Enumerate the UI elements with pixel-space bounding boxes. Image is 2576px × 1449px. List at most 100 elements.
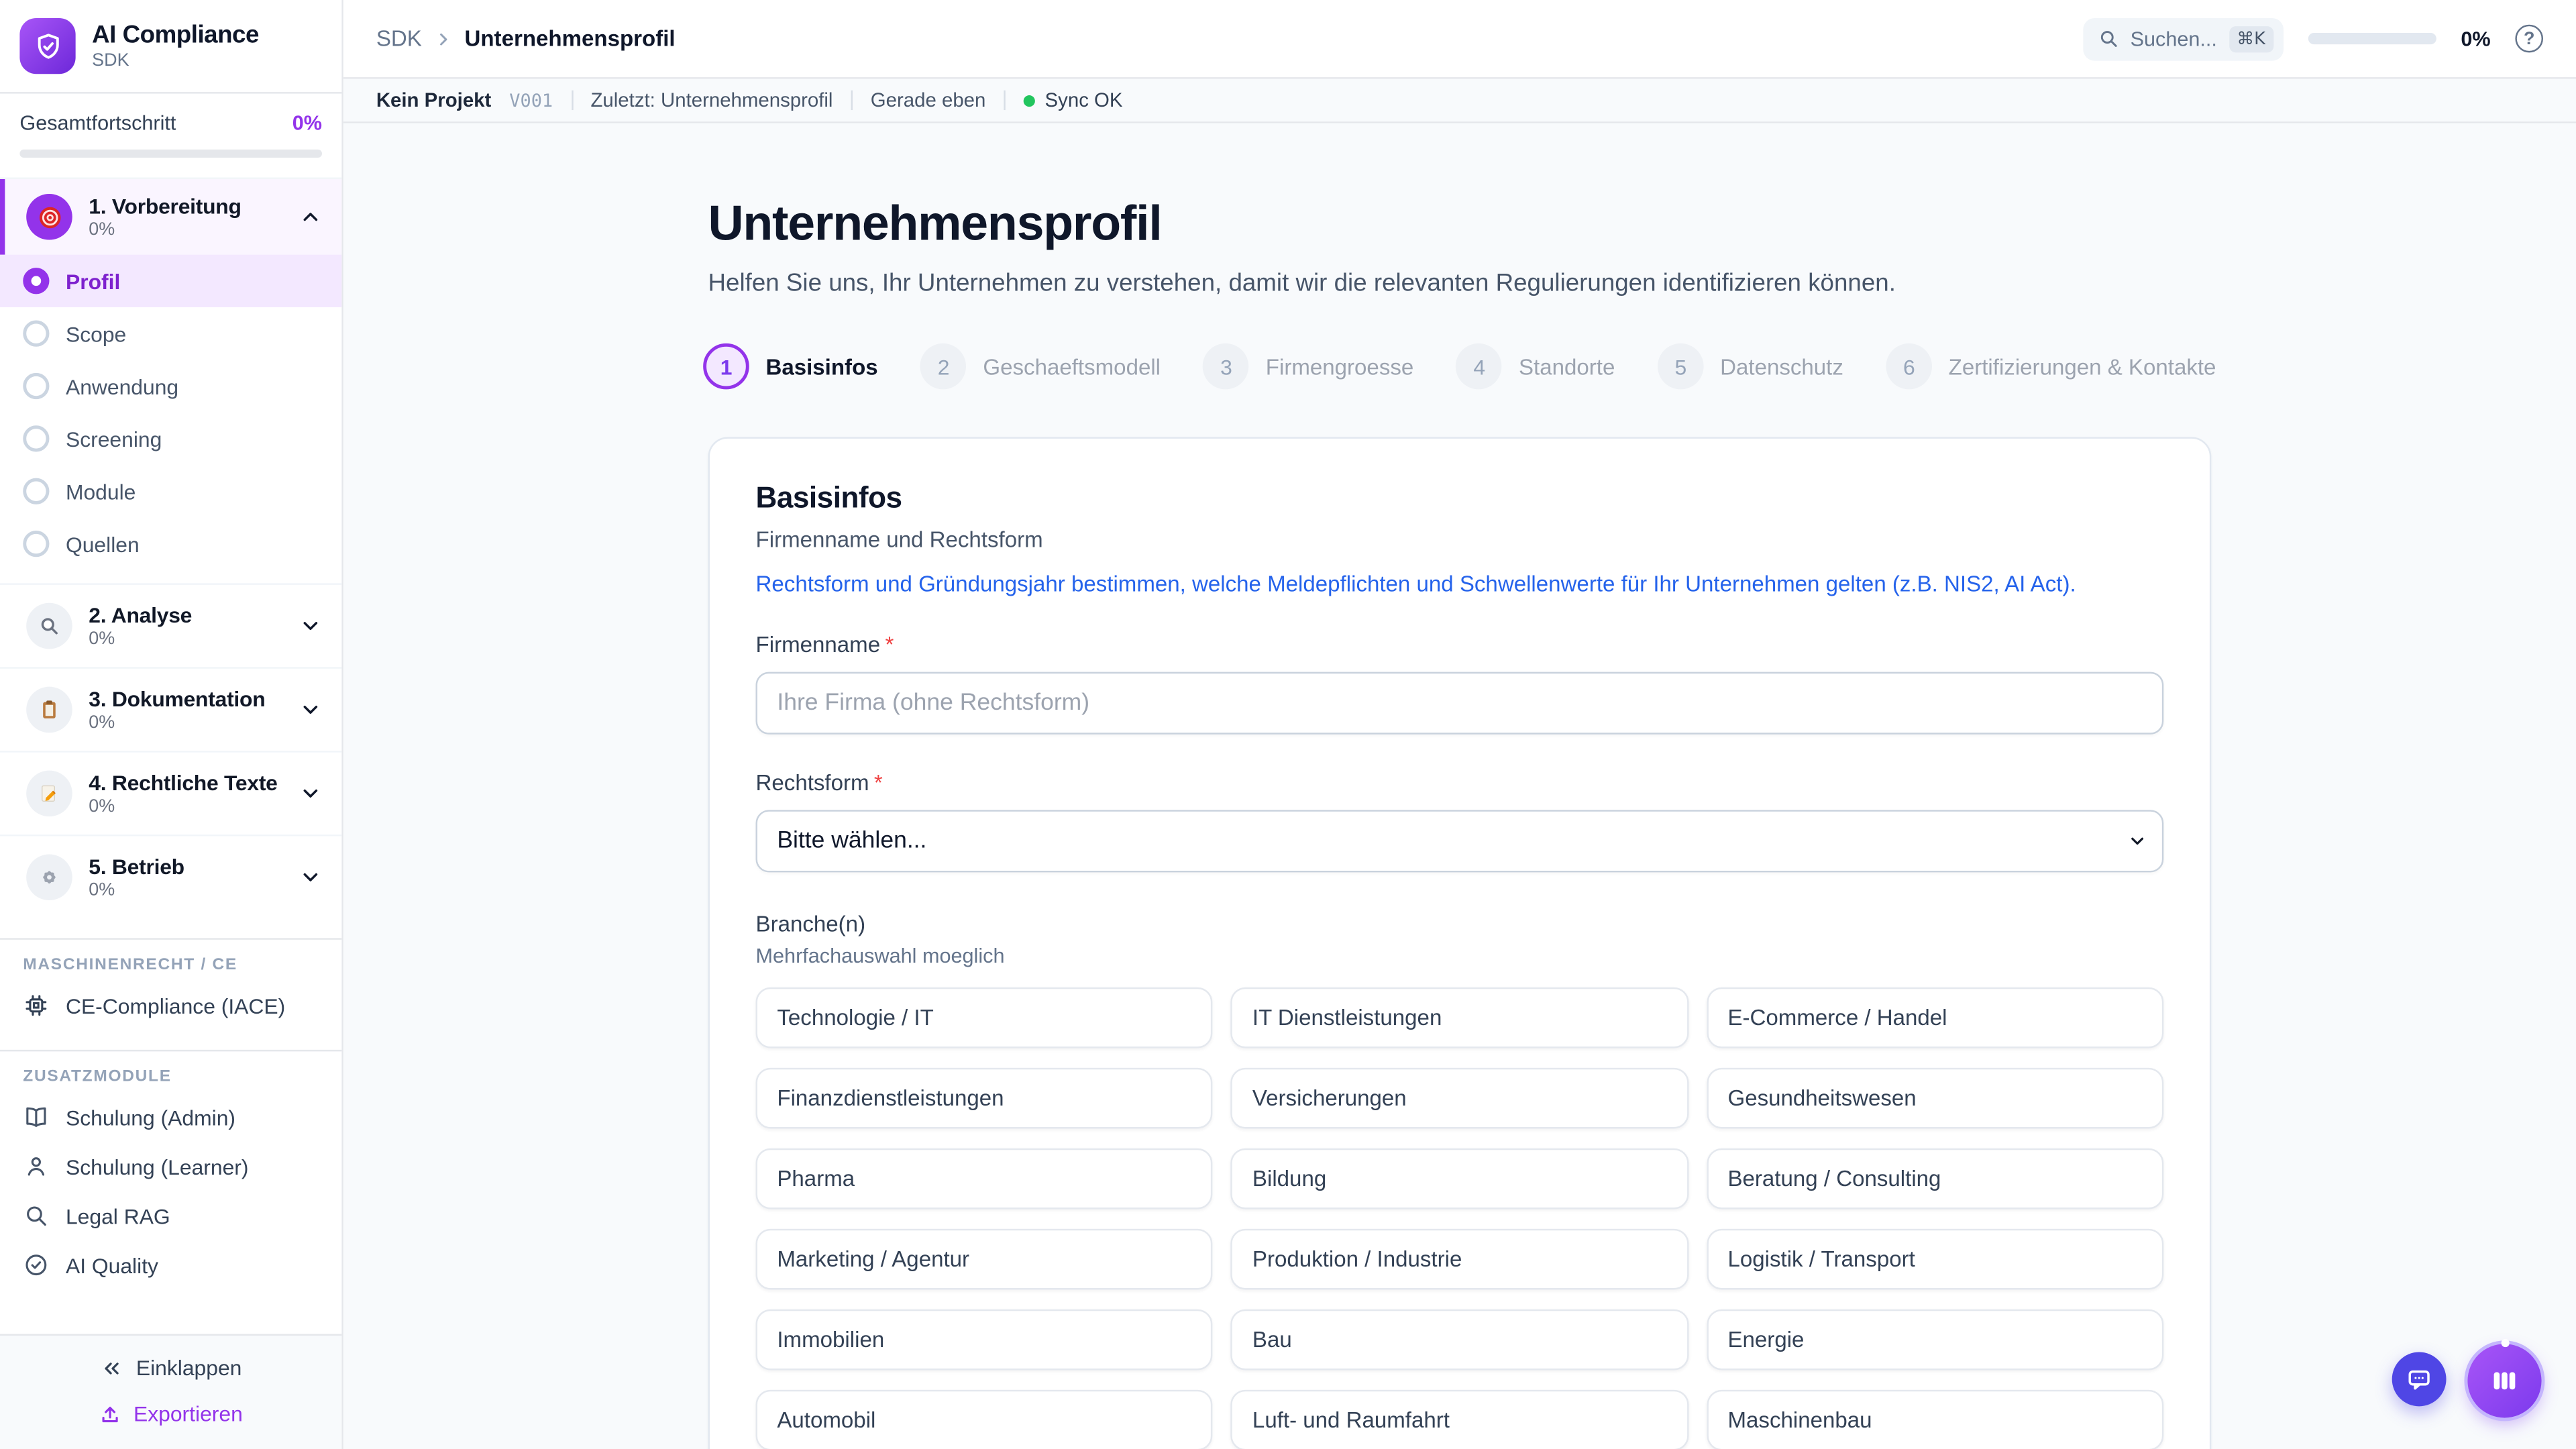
industry-button-produktion-industrie[interactable]: Produktion / Industrie xyxy=(1231,1229,1688,1290)
topbar: SDK Unternehmensprofil Suchen... ⌘K 0% ? xyxy=(343,0,2576,79)
industry-button-energie[interactable]: Energie xyxy=(1707,1309,2164,1371)
sidebar: AI Compliance SDK Gesamtfortschritt 0% 1… xyxy=(0,0,343,1449)
overall-progress: Gesamtfortschritt 0% xyxy=(0,94,341,179)
industry-button-technologie-it[interactable]: Technologie / IT xyxy=(756,987,1214,1049)
sidebar-item-scope[interactable]: Scope xyxy=(0,307,341,360)
last-page-status: Zuletzt: Unternehmensprofil xyxy=(590,89,833,111)
industry-button-ecommerce-handel[interactable]: E-Commerce / Handel xyxy=(1707,987,2164,1049)
sidebar-item-ce-compliance[interactable]: CE-Compliance (IACE) xyxy=(0,981,341,1030)
statusbar: Kein Projekt V001 Zuletzt: Unternehmensp… xyxy=(343,79,2576,123)
industry-button-luft-raumfahrt[interactable]: Luft- und Raumfahrt xyxy=(1231,1390,1688,1449)
search-label: Suchen... xyxy=(2131,27,2217,50)
section-title: 1. Vorbereitung xyxy=(89,194,282,219)
industry-button-automobil[interactable]: Automobil xyxy=(756,1390,1214,1449)
app-window: AI Compliance SDK Gesamtfortschritt 0% 1… xyxy=(0,0,2576,1449)
chat-fab-button[interactable] xyxy=(2392,1352,2447,1407)
industry-button-immobilien[interactable]: Immobilien xyxy=(756,1309,1214,1371)
page-subtitle: Helfen Sie uns, Ihr Unternehmen zu verst… xyxy=(708,270,2212,298)
industry-button-beratung-consulting[interactable]: Beratung / Consulting xyxy=(1707,1148,2164,1210)
memo-pencil-icon xyxy=(26,771,72,817)
rechtsform-label: Rechtsform* xyxy=(756,771,2164,796)
branchen-hint: Mehrfachauswahl moeglich xyxy=(756,945,2164,967)
radio-icon xyxy=(23,425,49,451)
active-section-bar xyxy=(0,179,5,255)
stepper: 1 Basisinfos 2 Geschaeftsmodell 3 Firmen… xyxy=(708,343,2212,390)
collapse-sidebar-button[interactable]: Einklappen xyxy=(100,1355,241,1380)
sidebar-section-vorbereitung[interactable]: 1. Vorbereitung 0% xyxy=(0,179,341,255)
overall-progress-value: 0% xyxy=(292,112,322,135)
sync-ok-dot-icon xyxy=(1024,95,1035,106)
board-fab-button[interactable] xyxy=(2467,1344,2541,1417)
industry-button-gesundheitswesen[interactable]: Gesundheitswesen xyxy=(1707,1068,2164,1129)
sidebar-item-label: Anwendung xyxy=(66,374,178,398)
project-status: Kein Projekt xyxy=(376,89,492,111)
required-asterisk: * xyxy=(874,771,883,796)
sidebar-item-quellen[interactable]: Quellen xyxy=(0,517,341,570)
industry-button-marketing-agentur[interactable]: Marketing / Agentur xyxy=(756,1229,1214,1290)
divider xyxy=(851,91,852,110)
cpu-chip-icon xyxy=(23,992,49,1018)
chevron-right-icon xyxy=(433,29,453,48)
breadcrumb-root[interactable]: SDK xyxy=(376,26,422,51)
sidebar-item-label: Schulung (Learner) xyxy=(66,1154,249,1179)
columns-board-icon xyxy=(2487,1364,2522,1398)
sidebar-item-screening[interactable]: Screening xyxy=(0,413,341,465)
sidebar-section-rechtliche-texte[interactable]: 4. Rechtliche Texte 0% xyxy=(0,751,341,835)
card-title: Basisinfos xyxy=(756,482,2164,516)
help-icon[interactable]: ? xyxy=(2515,25,2543,53)
step-label: Datenschutz xyxy=(1720,354,1843,379)
industry-button-bildung[interactable]: Bildung xyxy=(1231,1148,1688,1210)
divider xyxy=(1004,91,1005,110)
sidebar-section-analyse[interactable]: 2. Analyse 0% xyxy=(0,583,341,667)
section-title: 3. Dokumentation xyxy=(89,687,282,712)
section-title: 5. Betrieb xyxy=(89,854,282,879)
chevron-down-icon xyxy=(299,866,322,889)
upload-icon xyxy=(99,1402,122,1425)
sidebar-section-dokumentation[interactable]: 3. Dokumentation 0% xyxy=(0,667,341,751)
sidebar-item-schulung-admin[interactable]: Schulung (Admin) xyxy=(0,1093,341,1142)
industry-button-logistik-transport[interactable]: Logistik / Transport xyxy=(1707,1229,2164,1290)
sidebar-item-ai-quality[interactable]: AI Quality xyxy=(0,1240,341,1289)
sidebar-item-anwendung[interactable]: Anwendung xyxy=(0,360,341,412)
sidebar-item-label: Schulung (Admin) xyxy=(66,1105,235,1130)
group-header-maschinenrecht: MASCHINENRECHT / CE xyxy=(0,940,341,981)
firmenname-input[interactable] xyxy=(756,672,2164,735)
sidebar-item-legal-rag[interactable]: Legal RAG xyxy=(0,1191,341,1240)
topbar-progress-bar xyxy=(2308,33,2436,44)
industry-button-finanzdienstleistungen[interactable]: Finanzdienstleistungen xyxy=(756,1068,1214,1129)
step-basisinfos[interactable]: 1 Basisinfos xyxy=(703,343,877,390)
overall-progress-bar xyxy=(19,150,322,158)
sidebar-section-betrieb[interactable]: 5. Betrieb 0% xyxy=(0,835,341,918)
step-zertifizierungen[interactable]: 6 Zertifizierungen & Kontakte xyxy=(1886,343,2216,390)
section-percent: 0% xyxy=(89,220,282,239)
sidebar-item-schulung-learner[interactable]: Schulung (Learner) xyxy=(0,1142,341,1191)
firmenname-label: Firmenname* xyxy=(756,633,2164,657)
step-datenschutz[interactable]: 5 Datenschutz xyxy=(1658,343,1843,390)
chevron-down-icon xyxy=(299,698,322,721)
overall-progress-label: Gesamtfortschritt xyxy=(19,112,176,135)
step-geschaeftsmodell[interactable]: 2 Geschaeftsmodell xyxy=(920,343,1161,390)
card-info-text: Rechtsform und Gründungsjahr bestimmen, … xyxy=(756,572,2164,596)
industry-button-pharma[interactable]: Pharma xyxy=(756,1148,1214,1210)
export-button[interactable]: Exportieren xyxy=(99,1401,243,1426)
required-asterisk: * xyxy=(885,633,894,657)
industry-button-maschinenbau[interactable]: Maschinenbau xyxy=(1707,1390,2164,1449)
sidebar-nav: 1. Vorbereitung 0% Profil Scope Anwendun… xyxy=(0,179,341,1334)
industry-button-it-dienstleistungen[interactable]: IT Dienstleistungen xyxy=(1231,987,1688,1049)
step-firmengroesse[interactable]: 3 Firmengroesse xyxy=(1203,343,1414,390)
section-percent: 0% xyxy=(89,713,282,733)
timestamp: Gerade eben xyxy=(871,89,986,111)
search-icon xyxy=(2098,28,2119,50)
app-logo-row: AI Compliance SDK xyxy=(0,0,341,94)
step-label: Firmengroesse xyxy=(1266,354,1413,379)
sidebar-item-module[interactable]: Module xyxy=(0,465,341,517)
rechtsform-select[interactable]: Bitte wählen... xyxy=(756,810,2164,872)
section-percent: 0% xyxy=(89,629,282,649)
industry-button-bau[interactable]: Bau xyxy=(1231,1309,1688,1371)
industry-button-versicherungen[interactable]: Versicherungen xyxy=(1231,1068,1688,1129)
export-label: Exportieren xyxy=(133,1401,243,1426)
step-standorte[interactable]: 4 Standorte xyxy=(1456,343,1615,390)
search-button[interactable]: Suchen... ⌘K xyxy=(2083,17,2284,60)
sidebar-item-label: Module xyxy=(66,479,136,504)
sidebar-item-profil[interactable]: Profil xyxy=(0,255,341,307)
